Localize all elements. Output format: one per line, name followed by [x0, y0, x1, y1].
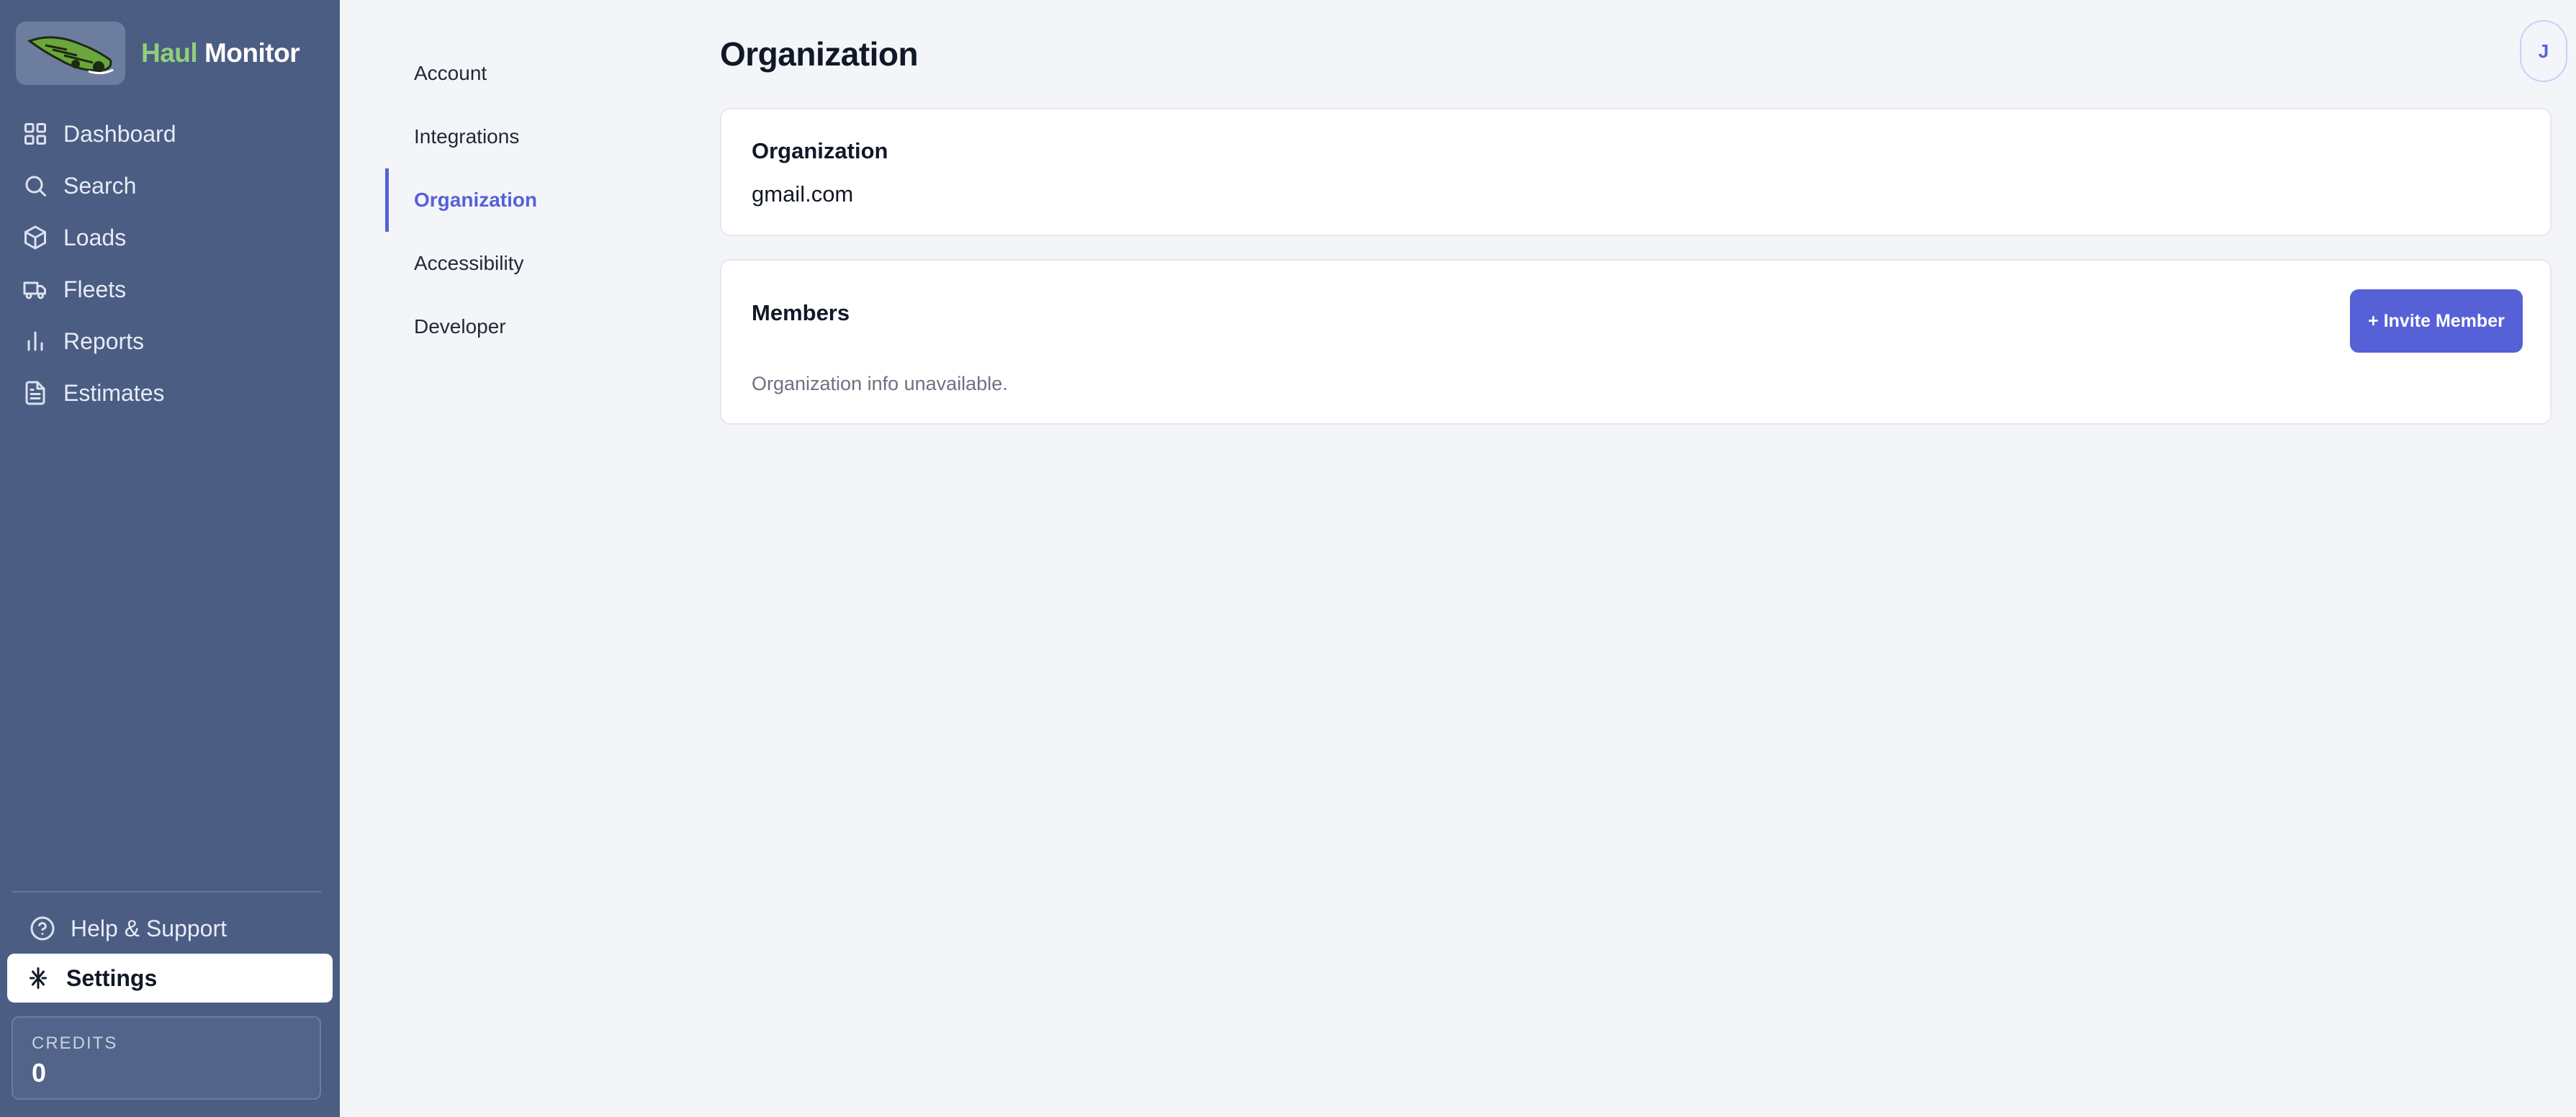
- brand[interactable]: Haul Monitor: [16, 22, 300, 85]
- settings-tab-accessibility[interactable]: Accessibility: [385, 232, 659, 295]
- truck-icon: [22, 276, 49, 303]
- document-icon: [22, 379, 49, 407]
- brand-name-haul: Haul: [141, 38, 198, 68]
- sidebar-bottom-nav: Help & Support Settings: [0, 903, 340, 1003]
- settings-tab-developer[interactable]: Developer: [385, 295, 659, 358]
- box-icon: [22, 224, 49, 251]
- sidebar-divider: [12, 891, 321, 892]
- settings-icon: [24, 964, 52, 992]
- sidebar-item-dashboard[interactable]: Dashboard: [0, 108, 340, 160]
- settings-nav: Account Integrations Organization Access…: [385, 42, 659, 358]
- logo: [16, 22, 125, 85]
- sidebar-item-settings[interactable]: Settings: [7, 954, 333, 1003]
- members-card: Members + Invite Member Organization inf…: [720, 259, 2552, 425]
- sidebar: Haul Monitor Dashboard Search Loads Flee…: [0, 0, 340, 1117]
- organization-card-title: Organization: [752, 138, 888, 163]
- grid-icon: [22, 120, 49, 148]
- brand-name-monitor: Monitor: [204, 38, 300, 68]
- organization-card: Organization gmail.com: [720, 108, 2552, 236]
- sidebar-item-label: Fleets: [63, 276, 127, 302]
- credits-panel: CREDITS 0: [12, 1016, 321, 1100]
- bar-chart-icon: [22, 327, 49, 355]
- settings-tab-account[interactable]: Account: [385, 42, 659, 105]
- sidebar-item-label: Dashboard: [63, 120, 176, 147]
- credits-value: 0: [32, 1058, 47, 1087]
- sidebar-item-estimates[interactable]: Estimates: [0, 367, 340, 419]
- settings-tab-integrations[interactable]: Integrations: [385, 105, 659, 168]
- sidebar-item-search[interactable]: Search: [0, 160, 340, 212]
- sidebar-item-label: Reports: [63, 327, 145, 354]
- organization-domain: gmail.com: [752, 181, 854, 207]
- logo-graphic: [27, 36, 114, 75]
- user-avatar[interactable]: J: [2520, 20, 2567, 82]
- members-card-title: Members: [752, 300, 850, 325]
- sidebar-item-label: Loads: [63, 224, 127, 250]
- members-empty-message: Organization info unavailable.: [752, 373, 1008, 394]
- brand-name: Haul Monitor: [141, 38, 300, 68]
- sidebar-item-label: Help & Support: [71, 915, 228, 941]
- credits-label: CREDITS: [32, 1034, 118, 1053]
- settings-tab-organization[interactable]: Organization: [385, 168, 659, 232]
- sidebar-item-help-support[interactable]: Help & Support: [7, 903, 333, 954]
- sidebar-item-label: Search: [63, 172, 137, 199]
- sidebar-item-reports[interactable]: Reports: [0, 315, 340, 367]
- sidebar-item-loads[interactable]: Loads: [0, 212, 340, 263]
- main-nav: Dashboard Search Loads Fleets Reports Es…: [0, 108, 340, 419]
- help-circle-icon: [29, 915, 56, 942]
- invite-member-button[interactable]: + Invite Member: [2350, 289, 2523, 353]
- sidebar-item-label: Settings: [66, 964, 158, 991]
- search-icon: [22, 172, 49, 199]
- sidebar-item-label: Estimates: [63, 379, 165, 406]
- sidebar-item-fleets[interactable]: Fleets: [0, 263, 340, 315]
- page-title: Organization: [720, 35, 919, 73]
